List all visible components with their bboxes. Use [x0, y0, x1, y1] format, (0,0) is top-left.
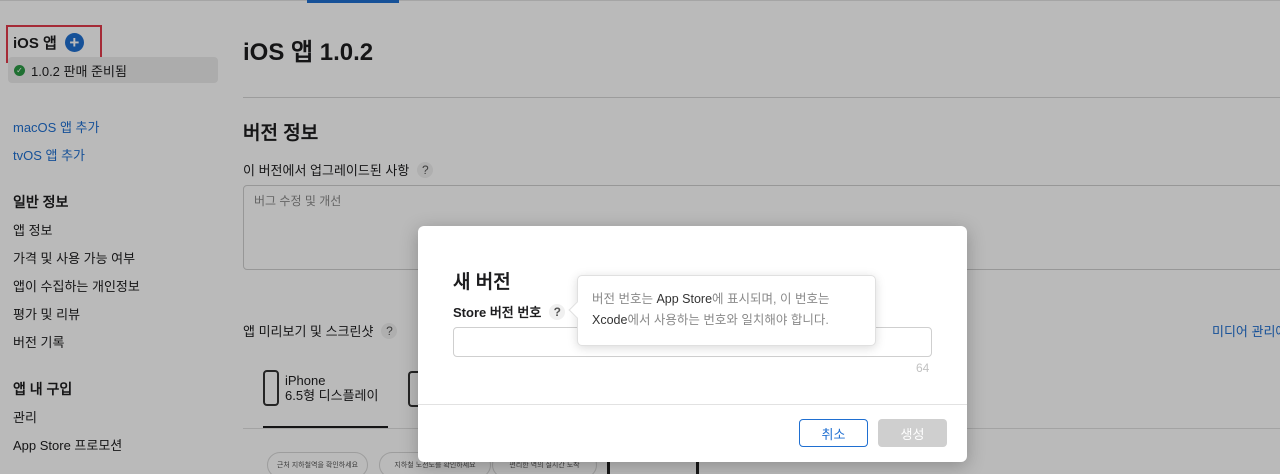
- tooltip-text-1: 버전 번호는: [592, 292, 657, 306]
- help-icon[interactable]: ?: [549, 303, 566, 320]
- tooltip-text-4: Xcode: [592, 313, 628, 327]
- tooltip-text-5: 에서 사용하는 번호와 일치해야 합니다.: [627, 313, 829, 327]
- create-button[interactable]: 생성: [878, 419, 947, 447]
- store-version-label-row: Store 버전 번호 ?: [453, 302, 566, 321]
- help-tooltip: 버전 번호는 App Store에 표시되며, 이 번호는 Xcode에서 사용…: [568, 275, 876, 346]
- dialog-footer-divider: [418, 404, 967, 405]
- cancel-button[interactable]: 취소: [799, 419, 868, 447]
- dialog-title: 새 버전: [453, 272, 511, 293]
- char-limit: 64: [916, 361, 930, 375]
- store-version-label: Store 버전 번호: [453, 305, 542, 320]
- tooltip-text-2: App Store: [656, 292, 713, 306]
- tooltip-text-3: 에 표시되며, 이 번호는: [712, 292, 830, 306]
